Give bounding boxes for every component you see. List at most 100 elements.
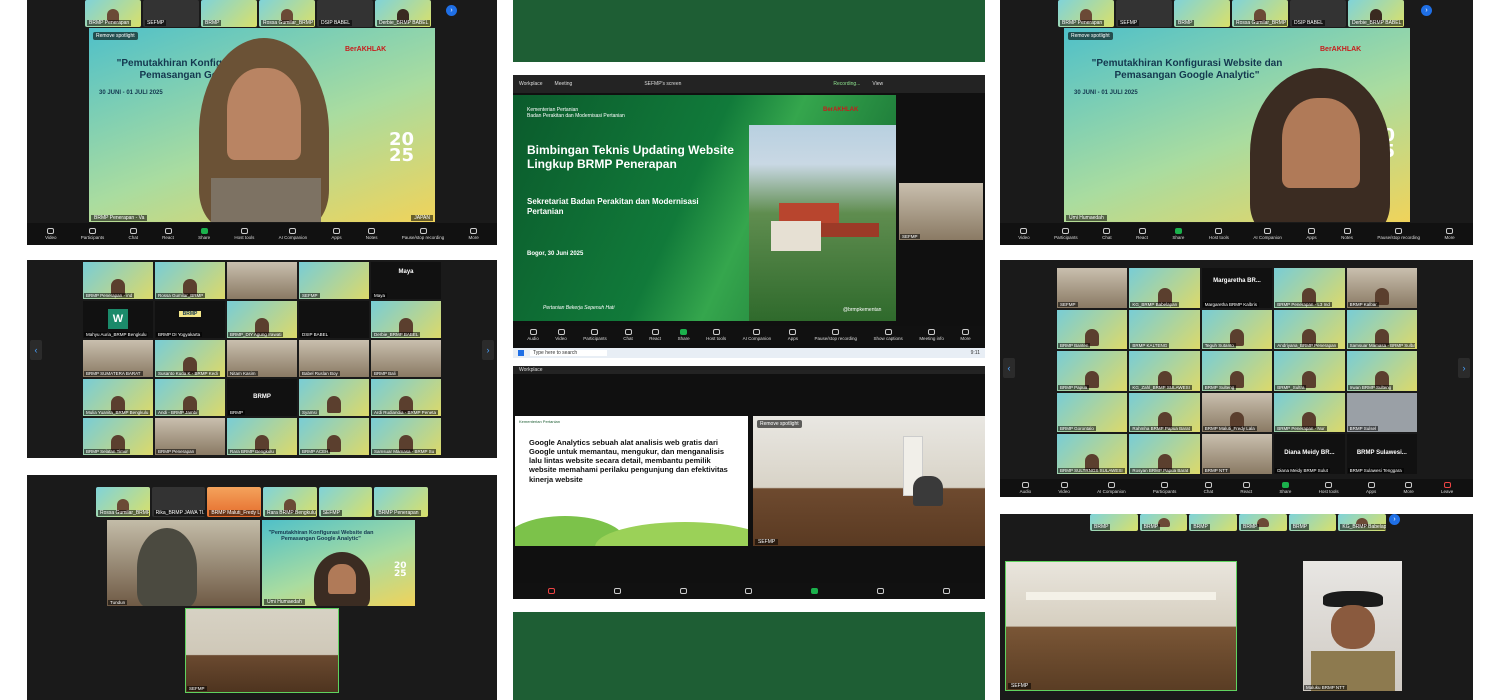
host-tools-button[interactable]: Host tools — [1319, 482, 1339, 494]
thumb[interactable]: BRMP — [1189, 514, 1238, 531]
participant-tile[interactable]: BRMP Penerapan - ind — [83, 262, 153, 299]
participant-tile[interactable]: Rara BRMP Bengkulu — [227, 418, 297, 455]
participant-tile[interactable]: BRMP Sulawesi... BRMP Sulawesi Tenggara — [1346, 434, 1417, 474]
video-tile[interactable]: SEFMP — [1005, 561, 1237, 691]
pip-video[interactable]: SEFMP — [899, 183, 983, 240]
apps-button[interactable]: Apps — [1306, 228, 1317, 240]
participant-tile[interactable]: Nitam Kasim — [227, 340, 297, 377]
prev-page-arrow[interactable]: ‹ — [1003, 358, 1015, 378]
next-page-arrow[interactable]: › — [482, 340, 494, 360]
thumb[interactable]: BRMP Penerapan — [1058, 0, 1114, 27]
participant-tile[interactable]: BRMP Sulteng — [1201, 351, 1273, 391]
ai-companion-button[interactable]: AI Companion — [743, 329, 771, 341]
participants-button[interactable]: Participants — [81, 228, 104, 240]
participant-tile[interactable]: BRMP NTT — [1201, 434, 1273, 474]
video-tile[interactable]: "Pemutakhiran Konfigurasi Website dan Pe… — [262, 520, 415, 606]
video-button[interactable] — [614, 587, 622, 595]
apps-button[interactable]: Apps — [788, 329, 798, 341]
participant-tile[interactable]: BRMP Kalbar — [1346, 268, 1417, 308]
video-button[interactable]: Video — [45, 228, 57, 240]
participants-button[interactable]: Participants — [1054, 228, 1078, 240]
participant-tile[interactable]: Derbie_BRMP BABEL — [371, 301, 441, 338]
participant-tile[interactable]: BRMP SUMATERA BARAT — [83, 340, 153, 377]
video-tile[interactable]: Remove spotlight SEFMP — [753, 416, 985, 546]
participant-tile[interactable]: SEFMP — [299, 262, 369, 299]
participant-tile[interactable]: BRMP Gorontalo — [1057, 392, 1128, 433]
tab-workplace[interactable]: Workplace — [519, 81, 543, 87]
thumb[interactable]: SEFMP — [1116, 0, 1172, 27]
more-button[interactable] — [942, 587, 950, 595]
more-button[interactable]: More — [1403, 482, 1414, 494]
notes-button[interactable]: Notes — [366, 228, 378, 240]
ai-companion-button[interactable]: AI Companion — [1253, 228, 1282, 240]
participant-tile[interactable]: SEFMP — [1057, 268, 1128, 308]
participants-button[interactable]: Participants — [583, 329, 607, 341]
host-tools-button[interactable]: Host tools — [1209, 228, 1229, 240]
thumb[interactable]: DSIP BABEL — [1290, 0, 1346, 27]
participant-tile[interactable]: Andi - BRMP Jambi — [155, 379, 225, 416]
next-page-arrow[interactable]: › — [1458, 358, 1470, 378]
react-button[interactable]: React — [1136, 228, 1148, 240]
participant-tile[interactable]: Ardi Rudiandia - BRMP Peneta — [371, 379, 441, 416]
video-tile[interactable]: Tundun — [107, 520, 260, 606]
participant-tile[interactable]: Samsuar Mamasa - BRMP Su — [371, 418, 441, 455]
participants-button[interactable] — [679, 587, 687, 595]
thumb[interactable]: DSIP BABEL — [317, 0, 373, 27]
participant-tile[interactable]: BRMP Maluti_Fredy Lala — [1201, 392, 1273, 433]
tab-meeting[interactable]: Meeting — [555, 81, 573, 87]
participant-tile[interactable]: Margaretha BR... Margaretha BRMP Kalbris — [1201, 268, 1273, 308]
recording-button[interactable]: Pause/stop recording — [402, 228, 444, 240]
taskbar-search[interactable]: Type here to search — [530, 350, 608, 356]
share-button[interactable]: Share — [1279, 482, 1291, 494]
view-button[interactable]: View — [872, 81, 883, 87]
thumb[interactable]: BRMP — [1174, 0, 1230, 27]
share-button[interactable] — [811, 587, 819, 595]
participant-tile[interactable]: BRMP BRMP DI Yogyakarta — [155, 301, 225, 338]
chat-button[interactable]: Chat — [623, 329, 633, 341]
participant-tile[interactable]: BRMP_Sultra — [1274, 351, 1345, 391]
participant-tile[interactable]: BRMP Bali — [371, 340, 441, 377]
ai-companion-button[interactable]: AI Companion — [279, 228, 307, 240]
share-button[interactable]: Share — [678, 329, 690, 341]
leave-button[interactable]: Leave — [1441, 482, 1453, 494]
remove-spotlight-button[interactable]: Remove spotlight — [1068, 32, 1113, 40]
participant-tile[interactable]: KG_BRMP Babelapan — [1129, 268, 1200, 308]
thumb[interactable]: BRMP — [1090, 514, 1138, 531]
thumb[interactable]: BRMP Maluti_Fredy Lala — [207, 487, 262, 517]
participant-tile[interactable]: Babel Ruslan Boy — [299, 340, 369, 377]
recording-button[interactable]: Pause/stop recording — [814, 329, 857, 341]
thumb[interactable]: BRMP Penerapan — [85, 0, 141, 27]
thumb[interactable]: Rika_BRMP JAWA TI... — [151, 487, 206, 517]
video-button[interactable]: Video — [1058, 482, 1070, 494]
next-page-icon[interactable]: › — [1389, 514, 1400, 525]
apps-button[interactable]: Apps — [1366, 482, 1376, 494]
react-button[interactable]: React — [649, 329, 661, 341]
participant-tile[interactable]: BRMP Penerapan - Nur — [1274, 392, 1345, 433]
chat-button[interactable]: Chat — [128, 228, 138, 240]
captions-button[interactable]: Show captions — [874, 329, 903, 341]
ai-companion-button[interactable]: AI Companion — [1097, 482, 1126, 494]
participant-tile[interactable]: Susanto Kuda K - BRMP Kedi — [155, 340, 225, 377]
participant-tile[interactable] — [227, 262, 297, 299]
thumb[interactable]: Rossa Gumilar_BRMP — [96, 487, 150, 517]
thumb[interactable]: BRMP — [1288, 514, 1337, 531]
thumb[interactable]: Rossa Gumilar_BRMP — [259, 0, 315, 27]
recording-button[interactable]: Pause/stop recording — [1377, 228, 1420, 240]
thumb[interactable]: Derbie_BRMP BABEL — [375, 0, 431, 27]
participant-tile[interactable]: BRMP Selatan Timur — [83, 418, 153, 455]
video-tile[interactable]: SEFMP — [185, 608, 339, 693]
participant-tile[interactable]: Rossa Gumilar_BRMP — [155, 262, 225, 299]
chat-button[interactable]: Chat — [1204, 482, 1213, 494]
thumb[interactable]: SEFMP — [143, 0, 199, 27]
video-tile[interactable]: Maluku BRMP NTT — [1303, 561, 1402, 691]
thumb[interactable]: Rara BRMP Bengkulu — [263, 487, 317, 517]
more-button[interactable]: More — [1444, 228, 1455, 240]
participant-tile[interactable]: Samsuar Mamasa - BRMP Sulbar — [1346, 309, 1417, 350]
next-page-icon[interactable]: › — [1421, 5, 1432, 16]
participant-tile[interactable]: BRMP KALTENG — [1129, 309, 1200, 350]
meeting-info-button[interactable]: Meeting info — [919, 329, 944, 341]
remove-spotlight-button[interactable]: Remove spotlight — [757, 420, 802, 428]
participant-tile[interactable]: Teguh Sutanto — [1201, 309, 1273, 350]
next-page-icon[interactable]: › — [446, 5, 457, 16]
participant-tile[interactable]: Andriyana_BRMP Penerapan — [1274, 309, 1345, 350]
